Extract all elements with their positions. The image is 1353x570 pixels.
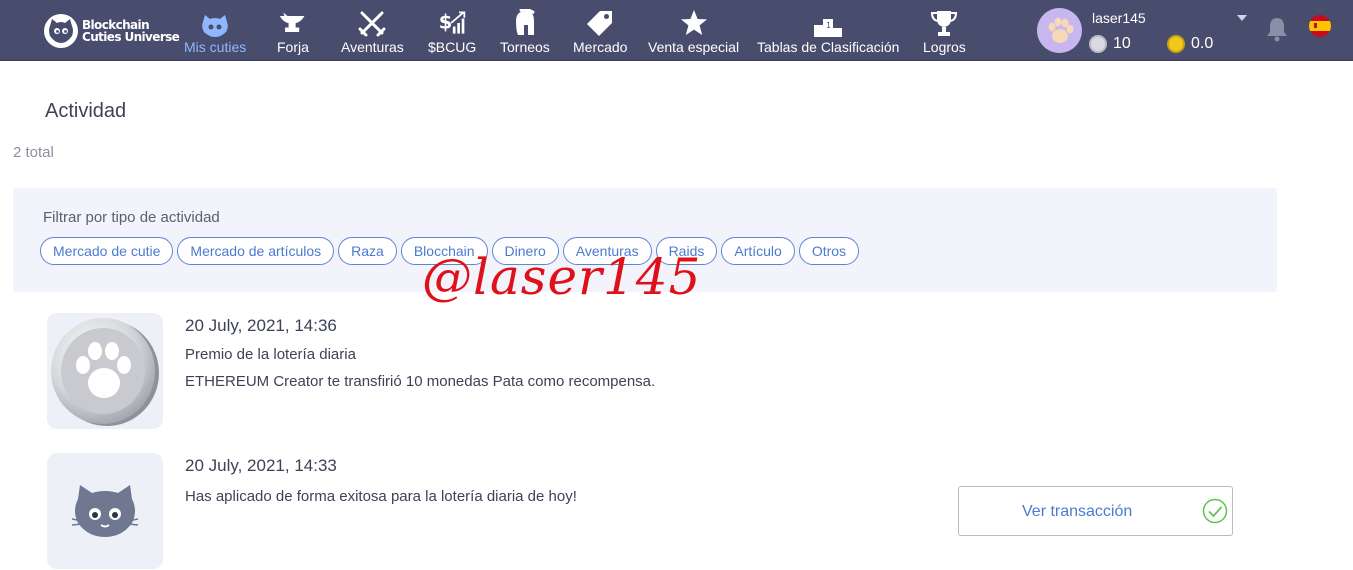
- username: laser145: [1092, 10, 1146, 26]
- activity-item: 20 July, 2021, 14:36 Premio de la loterí…: [47, 313, 1247, 429]
- filter-chip-mercado-de-articulos[interactable]: Mercado de artículos: [177, 237, 335, 265]
- eth-balance: 0.0: [1167, 35, 1213, 53]
- bell-icon[interactable]: [1266, 16, 1288, 47]
- trophy-icon: [929, 9, 959, 37]
- nav-item-aventuras[interactable]: Aventuras: [341, 9, 404, 57]
- view-transaction-button[interactable]: Ver transacción: [958, 486, 1233, 536]
- paw-coin-amount: 10: [1113, 35, 1131, 52]
- paw-coin-balance: 10: [1089, 35, 1131, 53]
- nav-label: Mis cuties: [184, 39, 247, 55]
- nav-item-bcug[interactable]: $ $BCUG: [428, 9, 476, 57]
- anvil-icon: [278, 9, 308, 37]
- filter-chip-articulo[interactable]: Artículo: [721, 237, 795, 265]
- price-tag-icon: [585, 9, 615, 37]
- eth-amount: 0.0: [1191, 35, 1214, 52]
- watermark: @laser145: [422, 248, 702, 306]
- crossed-swords-icon: [357, 9, 387, 37]
- nav-label: Venta especial: [648, 39, 740, 55]
- nav-label: Logros: [923, 39, 966, 55]
- activity-timestamp: 20 July, 2021, 14:36: [185, 316, 337, 335]
- paw-coin-icon: [47, 313, 163, 429]
- spartan-helmet-icon: [510, 9, 540, 37]
- brand-logo[interactable]: Blockchain Cuties Universe: [44, 14, 180, 48]
- cat-logo-icon: [44, 14, 78, 48]
- nav-item-torneos[interactable]: Torneos: [500, 9, 550, 57]
- filter-chip-mercado-de-cutie[interactable]: Mercado de cutie: [40, 237, 174, 265]
- nav-item-logros[interactable]: Logros: [923, 9, 966, 57]
- cat-face-icon: [47, 453, 163, 569]
- filter-chip-otros[interactable]: Otros: [798, 237, 860, 265]
- dollar-chart-icon: $: [437, 9, 467, 37]
- chevron-down-icon[interactable]: [1237, 15, 1247, 21]
- nav-label: Tablas de Clasificación: [757, 39, 900, 55]
- paw-coin-icon: [1089, 35, 1107, 53]
- nav-item-mis-cuties[interactable]: Mis cuties: [184, 9, 246, 57]
- activity-title: Has aplicado de forma exitosa para la lo…: [185, 488, 577, 505]
- page-title: Actividad: [45, 100, 127, 122]
- total-count: 2 total: [13, 144, 54, 161]
- spain-flag-icon[interactable]: [1309, 15, 1331, 37]
- filter-label: Filtrar por tipo de actividad: [43, 209, 220, 226]
- activity-timestamp: 20 July, 2021, 14:33: [185, 456, 337, 475]
- nav-item-forja[interactable]: Forja: [277, 9, 309, 57]
- avatar[interactable]: [1037, 8, 1082, 53]
- activity-detail: ETHEREUM Creator te transfirió 10 moneda…: [185, 373, 656, 390]
- nav-label: Torneos: [500, 39, 550, 55]
- nav-item-tablas-clasificacion[interactable]: 1 Tablas de Clasificación: [757, 9, 899, 57]
- svg-text:1: 1: [826, 21, 831, 30]
- check-circle-icon: [1202, 498, 1228, 529]
- filter-chip-raza[interactable]: Raza: [338, 237, 397, 265]
- nav-item-venta-especial[interactable]: Venta especial: [648, 9, 739, 57]
- brand-name: Blockchain Cuties Universe: [82, 19, 180, 44]
- brand-line-2: Cuties Universe: [82, 30, 180, 44]
- nav-label: Mercado: [573, 39, 628, 55]
- nav-item-mercado[interactable]: Mercado: [573, 9, 627, 57]
- cat-face-icon: [200, 9, 230, 37]
- top-navigation-bar: Blockchain Cuties Universe Mis cuties Fo…: [0, 0, 1353, 61]
- view-transaction-label: Ver transacción: [1022, 503, 1133, 520]
- podium-icon: 1: [813, 9, 843, 37]
- nav-label: Forja: [277, 39, 309, 55]
- nav-label: Aventuras: [341, 39, 404, 55]
- svg-text:$: $: [439, 10, 453, 33]
- star-icon: [679, 9, 709, 37]
- nav-label: $BCUG: [428, 39, 477, 55]
- gold-coin-icon: [1167, 35, 1185, 53]
- activity-title: Premio de la lotería diaria: [185, 346, 356, 363]
